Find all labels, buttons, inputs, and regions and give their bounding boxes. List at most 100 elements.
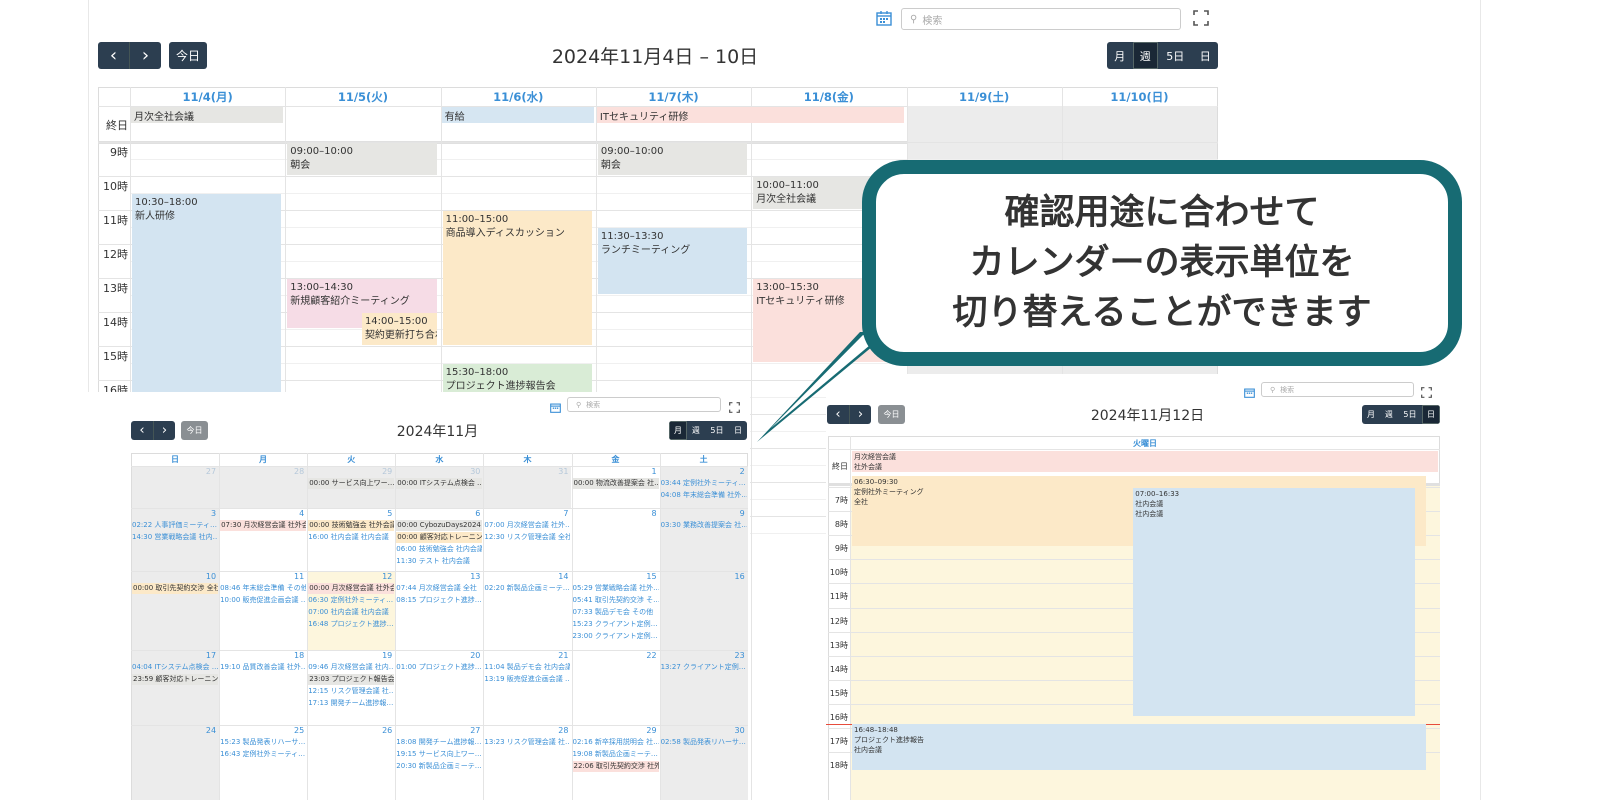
search-input[interactable]: ⚲ 検索 (901, 8, 1181, 30)
month-event[interactable]: 07:30 月次経営会議 社外会議 (220, 520, 307, 531)
fullscreen-icon[interactable] (1193, 10, 1209, 30)
month-event[interactable]: 08:15 プロジェクト進捗… (396, 595, 482, 606)
month-event[interactable]: 03:30 業務改善提案会 社… (661, 520, 747, 531)
month-event[interactable]: 02:58 製品発表リハーサ… (661, 737, 747, 748)
month-event[interactable]: 02:22 人事評価ミーティ… (132, 520, 218, 531)
next-button[interactable]: › (129, 42, 161, 69)
day-number[interactable]: 9 (660, 509, 745, 518)
view-button[interactable]: 5日 (705, 421, 729, 440)
view-button[interactable]: 月 (1362, 405, 1380, 424)
day-number[interactable]: 26 (307, 726, 392, 735)
month-event[interactable]: 04:08 年末総会準備 社外… (661, 490, 747, 501)
day-number[interactable]: 17 (131, 651, 216, 660)
event-block[interactable]: 09:00–10:00 朝会 (287, 143, 437, 175)
allday-event[interactable]: 月次全社会議 (131, 107, 284, 123)
month-event[interactable]: 11:04 製品デモ会 社内会議 (484, 662, 570, 673)
day-number[interactable]: 30 (660, 726, 745, 735)
day-number[interactable]: 14 (483, 572, 568, 581)
day-number[interactable]: 2 (660, 467, 745, 476)
calendar-icon[interactable] (550, 398, 561, 417)
day-number[interactable]: 8 (572, 509, 657, 518)
day-number[interactable]: 16 (660, 572, 745, 581)
month-event[interactable]: 02:20 新製品企画ミーテ… (484, 583, 570, 594)
day-number[interactable]: 1 (572, 467, 657, 476)
day-number[interactable]: 21 (483, 651, 568, 660)
month-event[interactable]: 00:00 サービス向上ワー… (308, 478, 395, 489)
day-header[interactable]: 11/10(日) (1062, 89, 1217, 105)
view-button[interactable]: 5日 (1398, 405, 1422, 424)
month-event[interactable]: 14:30 営業戦略会議 社内… (132, 532, 218, 543)
search-input[interactable]: ⚲ 検索 (1261, 382, 1414, 397)
allday-event[interactable]: ITセキュリティ研修 (596, 107, 905, 123)
month-event[interactable]: 00:00 取引先契約交渉 全社 (132, 583, 219, 594)
day-header[interactable]: 11/9(土) (907, 89, 1062, 105)
day-number[interactable]: 15 (572, 572, 656, 581)
search-input[interactable]: ⚲ 検索 (567, 397, 721, 412)
month-event[interactable]: 00:00 物流改善提案会 社… (572, 478, 659, 489)
month-event[interactable]: 00:00 ITシステム点検会 … (396, 478, 483, 489)
month-event[interactable]: 22:06 取引先契約交渉 社外会議 (572, 761, 659, 772)
month-event[interactable]: 23:59 顧客対応トレーニング その他 (132, 674, 219, 685)
day-number[interactable]: 10 (131, 572, 216, 581)
today-button[interactable]: 今日 (181, 421, 208, 440)
day-number[interactable]: 22 (572, 651, 656, 660)
day-number[interactable]: 28 (483, 726, 568, 735)
month-event[interactable]: 01:00 プロジェクト進捗… (396, 662, 482, 673)
view-button[interactable]: 日 (1422, 405, 1440, 424)
day-number[interactable]: 19 (307, 651, 392, 660)
month-event[interactable]: 19:08 新製品企画ミーテ… (573, 749, 659, 760)
month-event[interactable]: 13:27 クライアント定例… (661, 662, 747, 673)
month-event[interactable]: 13:19 販売促進企画会議 … (484, 674, 570, 685)
view-button[interactable]: 日 (1192, 42, 1218, 69)
today-button[interactable]: 今日 (169, 42, 207, 69)
month-event[interactable]: 04:04 ITシステム点検会 … (132, 662, 218, 673)
day-number[interactable]: 30 (395, 467, 480, 476)
day-number[interactable]: 18 (219, 651, 304, 660)
day-number[interactable]: 29 (572, 726, 656, 735)
day-header[interactable]: 11/5(火) (285, 89, 440, 105)
day-header[interactable]: 11/7(木) (596, 89, 751, 105)
month-event[interactable]: 06:00 技術勉強会 社内会議 (396, 544, 482, 555)
event-block[interactable]: 14:00–15:00 契約更新打ち合わ (361, 313, 437, 345)
day-number[interactable]: 5 (307, 509, 392, 518)
event-block[interactable]: 16:48–18:48 プロジェクト進捗報告 社内会議 (852, 724, 1426, 771)
day-number[interactable]: 12 (307, 572, 392, 581)
month-event[interactable]: 12:30 リスク管理会議 全社 (484, 532, 570, 543)
day-header[interactable]: 11/6(水) (441, 89, 596, 105)
fullscreen-icon[interactable] (729, 398, 740, 417)
day-number[interactable]: 25 (219, 726, 304, 735)
day-number[interactable]: 11 (219, 572, 304, 581)
month-event[interactable]: 08:46 年末総会準備 その他 (220, 583, 306, 594)
day-number[interactable]: 27 (131, 467, 216, 476)
day-number[interactable]: 29 (307, 467, 392, 476)
day-number[interactable]: 23 (660, 651, 745, 660)
month-event[interactable]: 18:08 開発チーム進捗報… (396, 737, 482, 748)
day-number[interactable]: 7 (483, 509, 568, 518)
day-number[interactable]: 20 (395, 651, 480, 660)
month-event[interactable]: 09:46 月次経営会議 社内… (308, 662, 394, 673)
next-button[interactable]: › (153, 421, 175, 440)
view-button[interactable]: 日 (729, 421, 747, 440)
day-number[interactable]: 3 (131, 509, 216, 518)
allday-event[interactable]: 月次経営会議 社外会議 (852, 451, 1438, 472)
month-event[interactable]: 05:41 取引先契約交渉 そ… (573, 595, 659, 606)
view-button[interactable]: 5日 (1158, 42, 1192, 69)
day-number[interactable]: 28 (219, 467, 304, 476)
day-number[interactable]: 31 (483, 467, 568, 476)
month-event[interactable]: 19:10 品質改善会議 社外… (220, 662, 306, 673)
day-number[interactable]: 6 (395, 509, 480, 518)
calendar-icon[interactable] (876, 10, 892, 30)
view-button[interactable]: 週 (687, 421, 705, 440)
month-event[interactable]: 07:44 月次経営会議 全社 (396, 583, 482, 594)
month-event[interactable]: 00:00 顧客対応トレーニング 全社 (396, 532, 483, 543)
event-block[interactable]: 11:00–15:00 商品導入ディスカッション (442, 211, 592, 345)
month-event[interactable]: 15:23 クライアント定例… (573, 619, 659, 630)
event-block[interactable]: 07:00–16:33 社内会議 社内会議 (1133, 488, 1415, 717)
month-event[interactable]: 23:00 クライアント定例… (573, 631, 659, 642)
month-event[interactable]: 06:30 定例社外ミーティ… (308, 595, 394, 606)
month-event[interactable]: 16:00 社内会議 社内会議 (308, 532, 394, 543)
day-number[interactable]: 27 (395, 726, 480, 735)
month-event[interactable]: 00:00 月次経営会議 社外会議 (308, 583, 395, 594)
month-event[interactable]: 23:03 プロジェクト報告会議 その他 (308, 674, 395, 685)
month-event[interactable]: 20:30 新製品企画ミーテ… (396, 761, 482, 772)
